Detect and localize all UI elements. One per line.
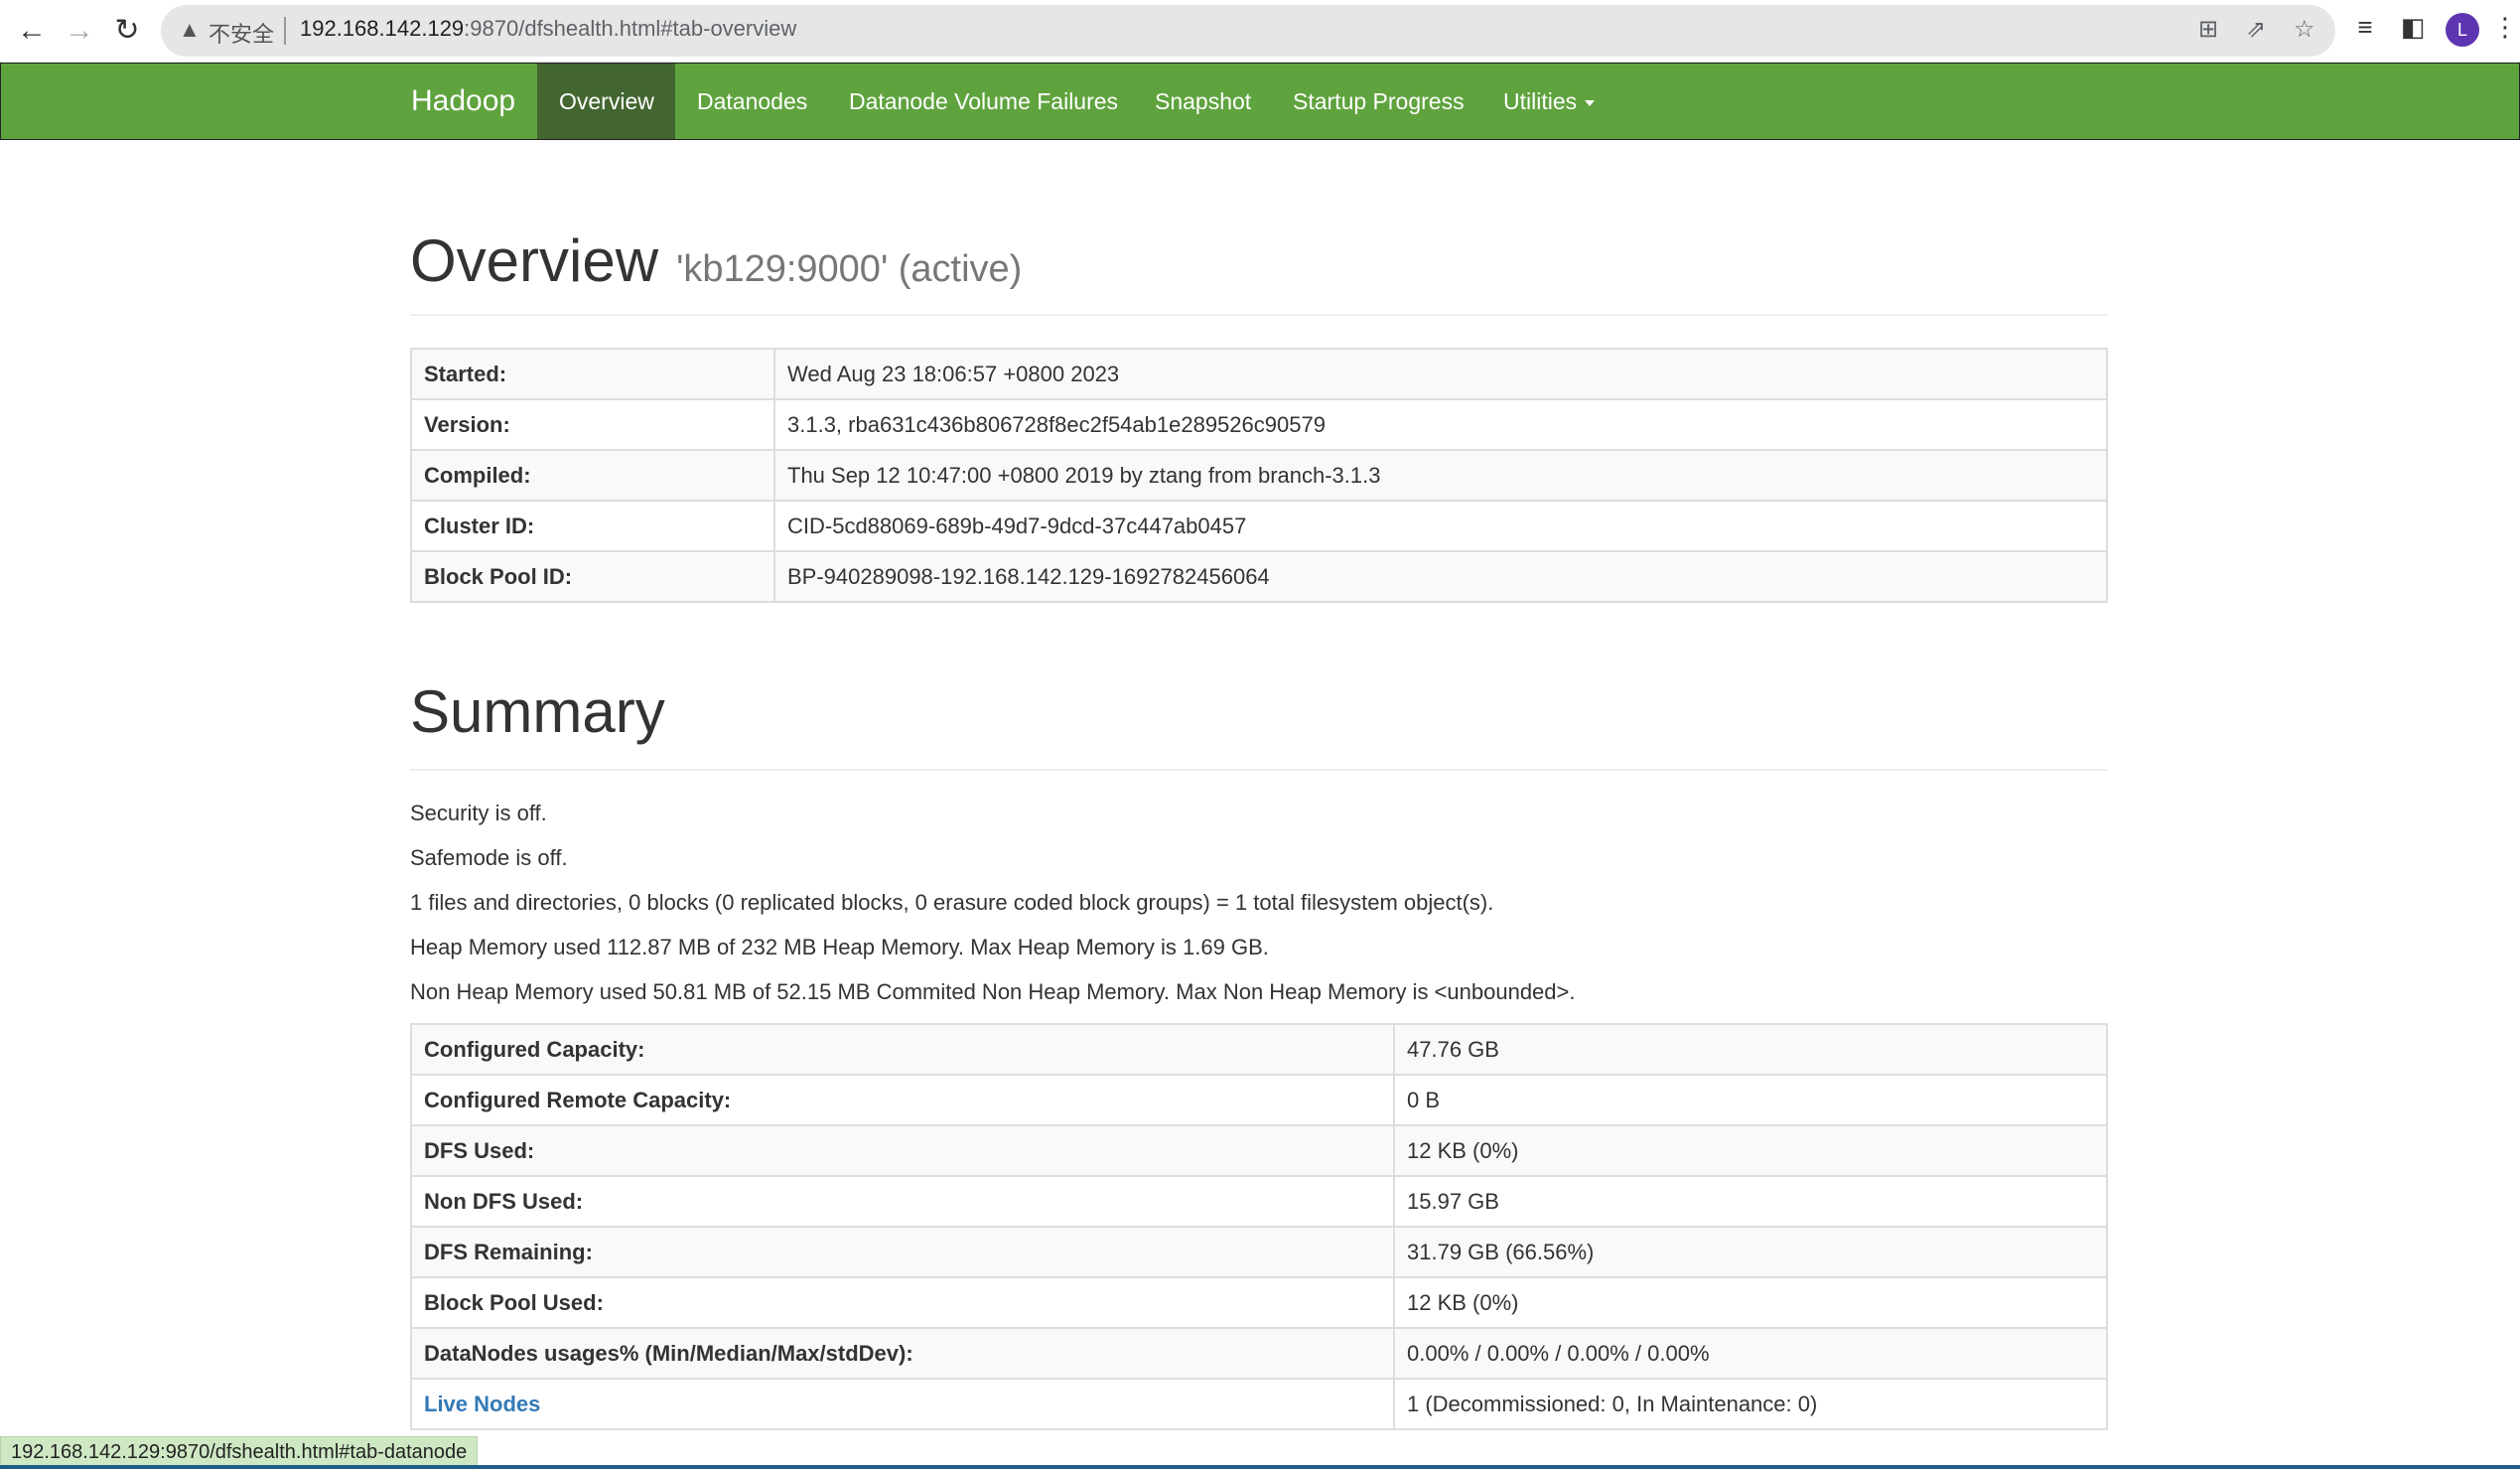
live-nodes-link[interactable]: Live Nodes xyxy=(424,1392,540,1416)
row-value: 12 KB (0%) xyxy=(1393,1276,2108,1329)
divider xyxy=(410,769,2108,771)
overview-heading: Overview 'kb129:9000' (active) xyxy=(410,226,1022,295)
row-label: DataNodes usages% (Min/Median/Max/stdDev… xyxy=(410,1327,1395,1380)
nav-snapshot[interactable]: Snapshot xyxy=(1133,64,1273,139)
row-value: 1 (Decommissioned: 0, In Maintenance: 0) xyxy=(1393,1378,2108,1430)
row-label: Configured Capacity: xyxy=(410,1023,1395,1076)
row-label: Started: xyxy=(410,348,775,400)
table-row: Block Pool ID: BP-940289098-192.168.142.1… xyxy=(410,550,2108,603)
overview-subtitle: 'kb129:9000' (active) xyxy=(676,248,1023,290)
table-row: Live Nodes 1 (Decommissioned: 0, In Maint… xyxy=(410,1378,2108,1430)
table-row: Cluster ID: CID-5cd88069-689b-49d7-9dcd-3… xyxy=(410,500,2108,552)
overview-title: Overview xyxy=(410,227,659,294)
table-row: Compiled: Thu Sep 12 10:47:00 +0800 2019 … xyxy=(410,449,2108,502)
row-label-cell: Live Nodes xyxy=(410,1378,1395,1430)
security-status: Security is off. xyxy=(410,801,547,825)
row-label: DFS Remaining: xyxy=(410,1226,1395,1278)
overview-table: Started: Wed Aug 23 18:06:57 +0800 2023 V… xyxy=(410,348,2108,603)
row-label: Block Pool ID: xyxy=(410,550,775,603)
summary-table: Configured Capacity: 47.76 GB Configured … xyxy=(410,1023,2108,1430)
translate-icon[interactable]: ⊞ xyxy=(2198,15,2218,44)
row-value: Wed Aug 23 18:06:57 +0800 2023 xyxy=(773,348,2108,400)
brand-logo[interactable]: Hadoop xyxy=(411,64,515,139)
link-hover-status: 192.168.142.129:9870/dfshealth.html#tab-… xyxy=(0,1436,479,1468)
table-row: Configured Remote Capacity: 0 B xyxy=(410,1074,2108,1126)
media-control-icon[interactable]: ≡ xyxy=(2347,12,2383,43)
taskbar-edge xyxy=(0,1465,2520,1469)
row-label: Cluster ID: xyxy=(410,500,775,552)
reload-icon: ↻ xyxy=(114,14,140,47)
avatar-letter: L xyxy=(2456,20,2467,40)
table-row: Version: 3.1.3, rba631c436b806728f8ec2f54… xyxy=(410,398,2108,451)
table-row: DFS Remaining: 31.79 GB (66.56%) xyxy=(410,1226,2108,1278)
row-label: Version: xyxy=(410,398,775,451)
table-row: Block Pool Used: 12 KB (0%) xyxy=(410,1276,2108,1329)
address-separator xyxy=(284,17,286,45)
share-icon[interactable]: ⇗ xyxy=(2246,15,2266,44)
divider xyxy=(410,314,2108,316)
top-navbar: Hadoop Overview Datanodes Datanode Volum… xyxy=(0,63,2520,140)
profile-avatar[interactable]: L xyxy=(2446,13,2479,47)
row-label: Compiled: xyxy=(410,449,775,502)
caret-down-icon xyxy=(1585,99,1596,106)
row-value: 0 B xyxy=(1393,1074,2108,1126)
address-bar[interactable]: ▲ 不安全 192.168.142.129:9870/dfshealth.htm… xyxy=(161,5,2335,57)
row-value: 47.76 GB xyxy=(1393,1023,2108,1076)
row-value: 15.97 GB xyxy=(1393,1175,2108,1228)
nav-utilities-label: Utilities xyxy=(1503,88,1578,114)
row-value: 3.1.3, rba631c436b806728f8ec2f54ab1e2895… xyxy=(773,398,2108,451)
row-value: 12 KB (0%) xyxy=(1393,1124,2108,1177)
table-row: DFS Used: 12 KB (0%) xyxy=(410,1124,2108,1177)
arrow-left-icon: ← xyxy=(17,14,47,47)
row-label: Configured Remote Capacity: xyxy=(410,1074,1395,1126)
url-host: 192.168.142.129 xyxy=(300,16,465,41)
more-menu-icon[interactable]: ⋮ xyxy=(2492,12,2518,43)
table-row: Configured Capacity: 47.76 GB xyxy=(410,1023,2108,1076)
forward-button[interactable]: → xyxy=(60,12,99,50)
row-label: DFS Used: xyxy=(410,1124,1395,1177)
non-heap-memory: Non Heap Memory used 50.81 MB of 52.15 M… xyxy=(410,979,1576,1004)
nav-overview[interactable]: Overview xyxy=(537,64,675,139)
url-text[interactable]: 192.168.142.129:9870/dfshealth.html#tab-… xyxy=(300,16,796,42)
arrow-right-icon: → xyxy=(65,14,94,47)
filesystem-objects: 1 files and directories, 0 blocks (0 rep… xyxy=(410,890,1494,915)
back-button[interactable]: ← xyxy=(12,12,52,50)
summary-heading: Summary xyxy=(410,678,665,745)
row-value: 31.79 GB (66.56%) xyxy=(1393,1226,2108,1278)
browser-toolbar: ← → ↻ ▲ 不安全 192.168.142.129:9870/dfsheal… xyxy=(0,0,2520,64)
row-label: Non DFS Used: xyxy=(410,1175,1395,1228)
reload-button[interactable]: ↻ xyxy=(107,12,147,50)
row-label: Block Pool Used: xyxy=(410,1276,1395,1329)
safemode-status: Safemode is off. xyxy=(410,845,568,870)
row-value: BP-940289098-192.168.142.129-16927824560… xyxy=(773,550,2108,603)
table-row: Started: Wed Aug 23 18:06:57 +0800 2023 xyxy=(410,348,2108,400)
nav-datanode-volume-failures[interactable]: Datanode Volume Failures xyxy=(827,64,1140,139)
row-value: CID-5cd88069-689b-49d7-9dcd-37c447ab0457 xyxy=(773,500,2108,552)
warning-icon: ▲ xyxy=(179,17,201,42)
table-row: DataNodes usages% (Min/Median/Max/stdDev… xyxy=(410,1327,2108,1380)
url-path: :9870/dfshealth.html#tab-overview xyxy=(464,16,797,41)
row-value: 0.00% / 0.00% / 0.00% / 0.00% xyxy=(1393,1327,2108,1380)
heap-memory: Heap Memory used 112.87 MB of 232 MB Hea… xyxy=(410,935,1269,959)
bookmark-star-icon[interactable]: ☆ xyxy=(2294,15,2315,44)
nav-datanodes[interactable]: Datanodes xyxy=(675,64,829,139)
side-panel-icon[interactable]: ◧ xyxy=(2395,12,2431,43)
nav-utilities-dropdown[interactable]: Utilities xyxy=(1481,64,1616,139)
security-label[interactable]: 不安全 xyxy=(209,17,274,49)
table-row: Non DFS Used: 15.97 GB xyxy=(410,1175,2108,1228)
nav-startup-progress[interactable]: Startup Progress xyxy=(1271,64,1486,139)
row-value: Thu Sep 12 10:47:00 +0800 2019 by ztang … xyxy=(773,449,2108,502)
